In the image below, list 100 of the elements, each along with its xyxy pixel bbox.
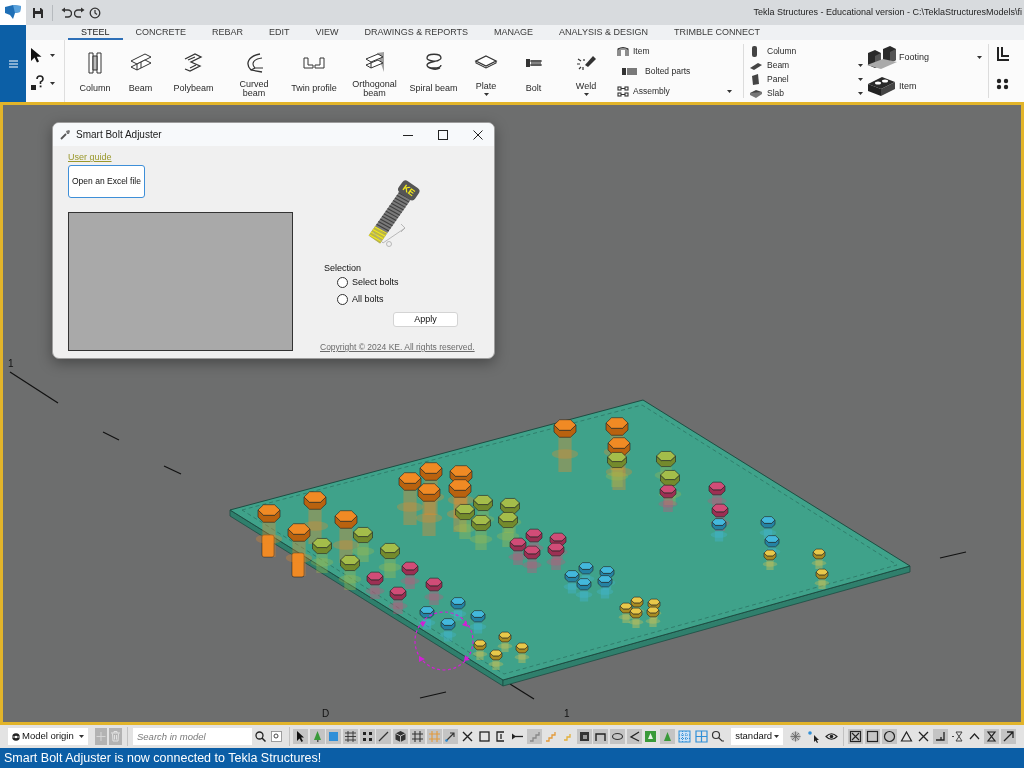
radio-label[interactable]: All bolts <box>352 292 384 307</box>
ribbon-button[interactable]: Weld <box>557 40 615 102</box>
radio-label[interactable]: Select bolts <box>352 275 399 290</box>
assembly-icon[interactable] <box>617 85 629 97</box>
nested-corner-icon[interactable] <box>996 46 1010 62</box>
caret-icon[interactable] <box>483 93 489 97</box>
radio-button[interactable] <box>337 294 348 305</box>
apply-button[interactable]: Apply <box>393 312 458 327</box>
block-icon[interactable] <box>867 74 897 99</box>
ribbon-button[interactable]: Item <box>615 41 738 61</box>
redo-icon[interactable] <box>74 6 85 19</box>
ribbon-button[interactable]: Column <box>750 44 865 58</box>
caret-icon[interactable] <box>50 53 55 57</box>
bolted-parts-icon[interactable] <box>622 65 637 77</box>
hourglass-icon[interactable] <box>950 729 966 744</box>
search-field[interactable]: Search in model <box>133 728 252 745</box>
caret-icon[interactable] <box>50 82 55 85</box>
dotted-grid-icon[interactable] <box>676 729 692 744</box>
magnifier-icon[interactable] <box>710 729 726 744</box>
menu-icon[interactable] <box>8 59 18 68</box>
ribbon-button[interactable]: Spiral beam <box>405 40 462 102</box>
ribbon-button[interactable]: Footing <box>867 43 982 72</box>
ribbon-button[interactable]: Plate <box>462 40 510 102</box>
ribbon-button[interactable]: Beam <box>750 58 865 72</box>
radio-button[interactable] <box>337 277 348 288</box>
ribbon-button[interactable]: Slab <box>750 86 865 100</box>
search-icon[interactable] <box>255 731 266 742</box>
origin-dropdown[interactable]: Model origin <box>8 728 88 745</box>
app-logo-icon[interactable] <box>0 0 26 25</box>
maximize-icon[interactable] <box>438 129 448 140</box>
ribbon-tab[interactable]: CONCRETE <box>122 25 200 40</box>
hatch-icon[interactable] <box>343 729 359 744</box>
square-outline-icon[interactable] <box>865 729 881 744</box>
ribbon-button[interactable]: Twin profile <box>284 40 344 102</box>
line-icon[interactable] <box>376 729 392 744</box>
globe-icon[interactable] <box>12 732 20 741</box>
bolt <box>551 419 579 472</box>
clock-icon[interactable] <box>89 6 101 19</box>
ribbon-button[interactable]: Assembly <box>615 81 738 101</box>
cube-icon[interactable] <box>393 729 409 744</box>
pointer-icon[interactable] <box>293 729 308 744</box>
caret-icon[interactable] <box>583 93 589 97</box>
open-excel-button[interactable]: Open an Excel file <box>68 165 145 198</box>
ribbon-button[interactable]: Bolted parts <box>615 61 738 81</box>
square-cross-icon[interactable] <box>848 729 864 744</box>
ribbon-tab[interactable]: EDIT <box>256 25 303 40</box>
ribbon-button[interactable]: Polybeam <box>163 40 224 102</box>
pointer-icon[interactable] <box>30 47 43 63</box>
diagonal-arrow-icon[interactable] <box>1001 729 1017 744</box>
ellipse-icon[interactable] <box>610 729 626 744</box>
close-icon[interactable] <box>473 129 483 140</box>
window-title: Tekla Structures - Educational version - C:\TeklaStructuresModels\fi <box>753 5 1023 19</box>
grid-label: D <box>322 708 330 719</box>
caret-icon[interactable] <box>858 63 863 67</box>
cursor-dot-icon[interactable] <box>806 729 822 744</box>
circle-icon[interactable] <box>882 729 898 744</box>
ribbon-tab[interactable]: TRIMBLE CONNECT <box>661 25 773 40</box>
ribbon-button[interactable]: Orthogonal beam <box>344 40 405 102</box>
zoom-box-icon[interactable] <box>271 731 282 742</box>
caret-icon[interactable] <box>977 56 982 59</box>
tree-icon[interactable] <box>660 729 676 744</box>
grid-line <box>509 683 535 700</box>
dots-icon[interactable] <box>996 78 1010 90</box>
ribbon-tab[interactable]: DRAWINGS & REPORTS <box>351 25 482 40</box>
caret-icon[interactable] <box>727 89 732 93</box>
arch-icon[interactable] <box>593 729 609 744</box>
ribbon-tab[interactable]: MANAGE <box>481 25 547 40</box>
bolt <box>365 571 385 599</box>
grid-icon[interactable] <box>409 729 425 744</box>
caret-icon[interactable] <box>858 91 863 95</box>
panel-icon[interactable] <box>750 73 762 85</box>
triangle-icon[interactable] <box>899 729 915 744</box>
ribbon-button[interactable]: Curved beam <box>224 40 284 102</box>
save-icon[interactable] <box>32 6 44 19</box>
ribbon-button[interactable]: Column <box>72 40 118 102</box>
angle-icon[interactable] <box>626 729 642 744</box>
ribbon-button[interactable]: Bolt <box>510 40 557 102</box>
arch-icon[interactable] <box>617 45 629 57</box>
square-icon[interactable] <box>576 729 592 744</box>
slab-icon[interactable] <box>750 87 762 99</box>
ribbon-tab[interactable]: REBAR <box>199 25 257 40</box>
representation-dropdown[interactable]: standard <box>731 728 784 745</box>
ribbon-tab[interactable]: ANALYSIS & DESIGN <box>546 25 661 40</box>
grid-line <box>9 371 59 404</box>
undo-icon[interactable] <box>61 6 72 19</box>
caret-icon[interactable] <box>79 735 84 738</box>
ribbon-button[interactable]: Beam <box>118 40 163 102</box>
corner-icon[interactable] <box>933 729 949 744</box>
ribbon-button[interactable]: Item <box>867 72 982 101</box>
hourglass-icon[interactable] <box>984 729 1000 744</box>
tree-tile-icon[interactable] <box>643 729 659 744</box>
question-mark-icon[interactable] <box>30 75 45 92</box>
dashed-circle-marker[interactable] <box>414 611 474 671</box>
bolt <box>514 642 530 663</box>
ribbon-button[interactable]: Panel <box>750 72 865 86</box>
caret-icon[interactable] <box>774 735 780 738</box>
ribbon-tab[interactable]: VIEW <box>302 25 352 40</box>
caret-icon[interactable] <box>858 77 863 81</box>
dots-icon[interactable] <box>359 729 375 744</box>
footing-icon[interactable] <box>867 45 897 70</box>
